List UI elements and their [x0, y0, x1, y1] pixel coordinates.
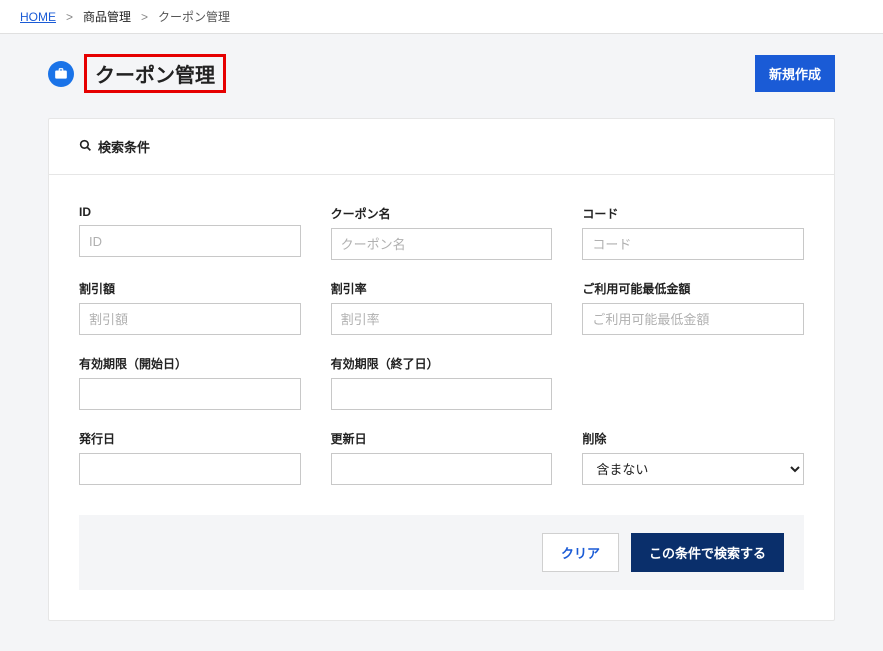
field-min-usable-amount: ご利用可能最低金額	[582, 280, 804, 335]
breadcrumb: HOME > 商品管理 > クーポン管理	[0, 0, 883, 34]
input-code[interactable]	[582, 228, 804, 260]
field-id: ID	[79, 205, 301, 260]
select-deleted[interactable]: 含まない	[582, 453, 804, 485]
page-header: クーポン管理 新規作成	[48, 54, 835, 93]
search-panel-header: 検索条件	[49, 119, 834, 175]
breadcrumb-sep-icon: >	[141, 10, 148, 24]
input-valid-from[interactable]	[79, 378, 301, 410]
label-coupon-name: クーポン名	[331, 205, 553, 222]
coupon-briefcase-icon	[48, 61, 74, 87]
input-min-usable-amount[interactable]	[582, 303, 804, 335]
input-issued-at[interactable]	[79, 453, 301, 485]
input-updated-at[interactable]	[331, 453, 553, 485]
label-min-usable-amount: ご利用可能最低金額	[582, 280, 804, 297]
create-new-button[interactable]: 新規作成	[755, 55, 835, 92]
breadcrumb-current: クーポン管理	[158, 8, 230, 25]
field-coupon-name: クーポン名	[331, 205, 553, 260]
label-discount-amount: 割引額	[79, 280, 301, 297]
label-updated-at: 更新日	[331, 430, 553, 447]
input-discount-amount[interactable]	[79, 303, 301, 335]
input-coupon-name[interactable]	[331, 228, 553, 260]
action-bar: クリア この条件で検索する	[79, 515, 804, 590]
search-button[interactable]: この条件で検索する	[631, 533, 784, 572]
label-code: コード	[582, 205, 804, 222]
field-updated-at: 更新日	[331, 430, 553, 485]
breadcrumb-sep-icon: >	[66, 10, 73, 24]
input-valid-to[interactable]	[331, 378, 553, 410]
field-issued-at: 発行日	[79, 430, 301, 485]
field-discount-amount: 割引額	[79, 280, 301, 335]
field-deleted: 削除 含まない	[582, 430, 804, 485]
label-issued-at: 発行日	[79, 430, 301, 447]
field-discount-rate: 割引率	[331, 280, 553, 335]
search-panel-title: 検索条件	[98, 137, 150, 156]
clear-button[interactable]: クリア	[542, 533, 619, 572]
search-icon	[79, 139, 92, 155]
field-code: コード	[582, 205, 804, 260]
input-discount-rate[interactable]	[331, 303, 553, 335]
page-title: クーポン管理	[84, 54, 226, 93]
label-deleted: 削除	[582, 430, 804, 447]
field-valid-to: 有効期限（終了日）	[331, 355, 553, 410]
field-valid-from: 有効期限（開始日）	[79, 355, 301, 410]
breadcrumb-item: 商品管理	[83, 8, 131, 25]
label-id: ID	[79, 205, 301, 219]
label-valid-to: 有効期限（終了日）	[331, 355, 553, 372]
search-panel: 検索条件 ID クーポン名 コード 割引額	[48, 118, 835, 621]
breadcrumb-home[interactable]: HOME	[20, 10, 56, 24]
label-valid-from: 有効期限（開始日）	[79, 355, 301, 372]
input-id[interactable]	[79, 225, 301, 257]
label-discount-rate: 割引率	[331, 280, 553, 297]
